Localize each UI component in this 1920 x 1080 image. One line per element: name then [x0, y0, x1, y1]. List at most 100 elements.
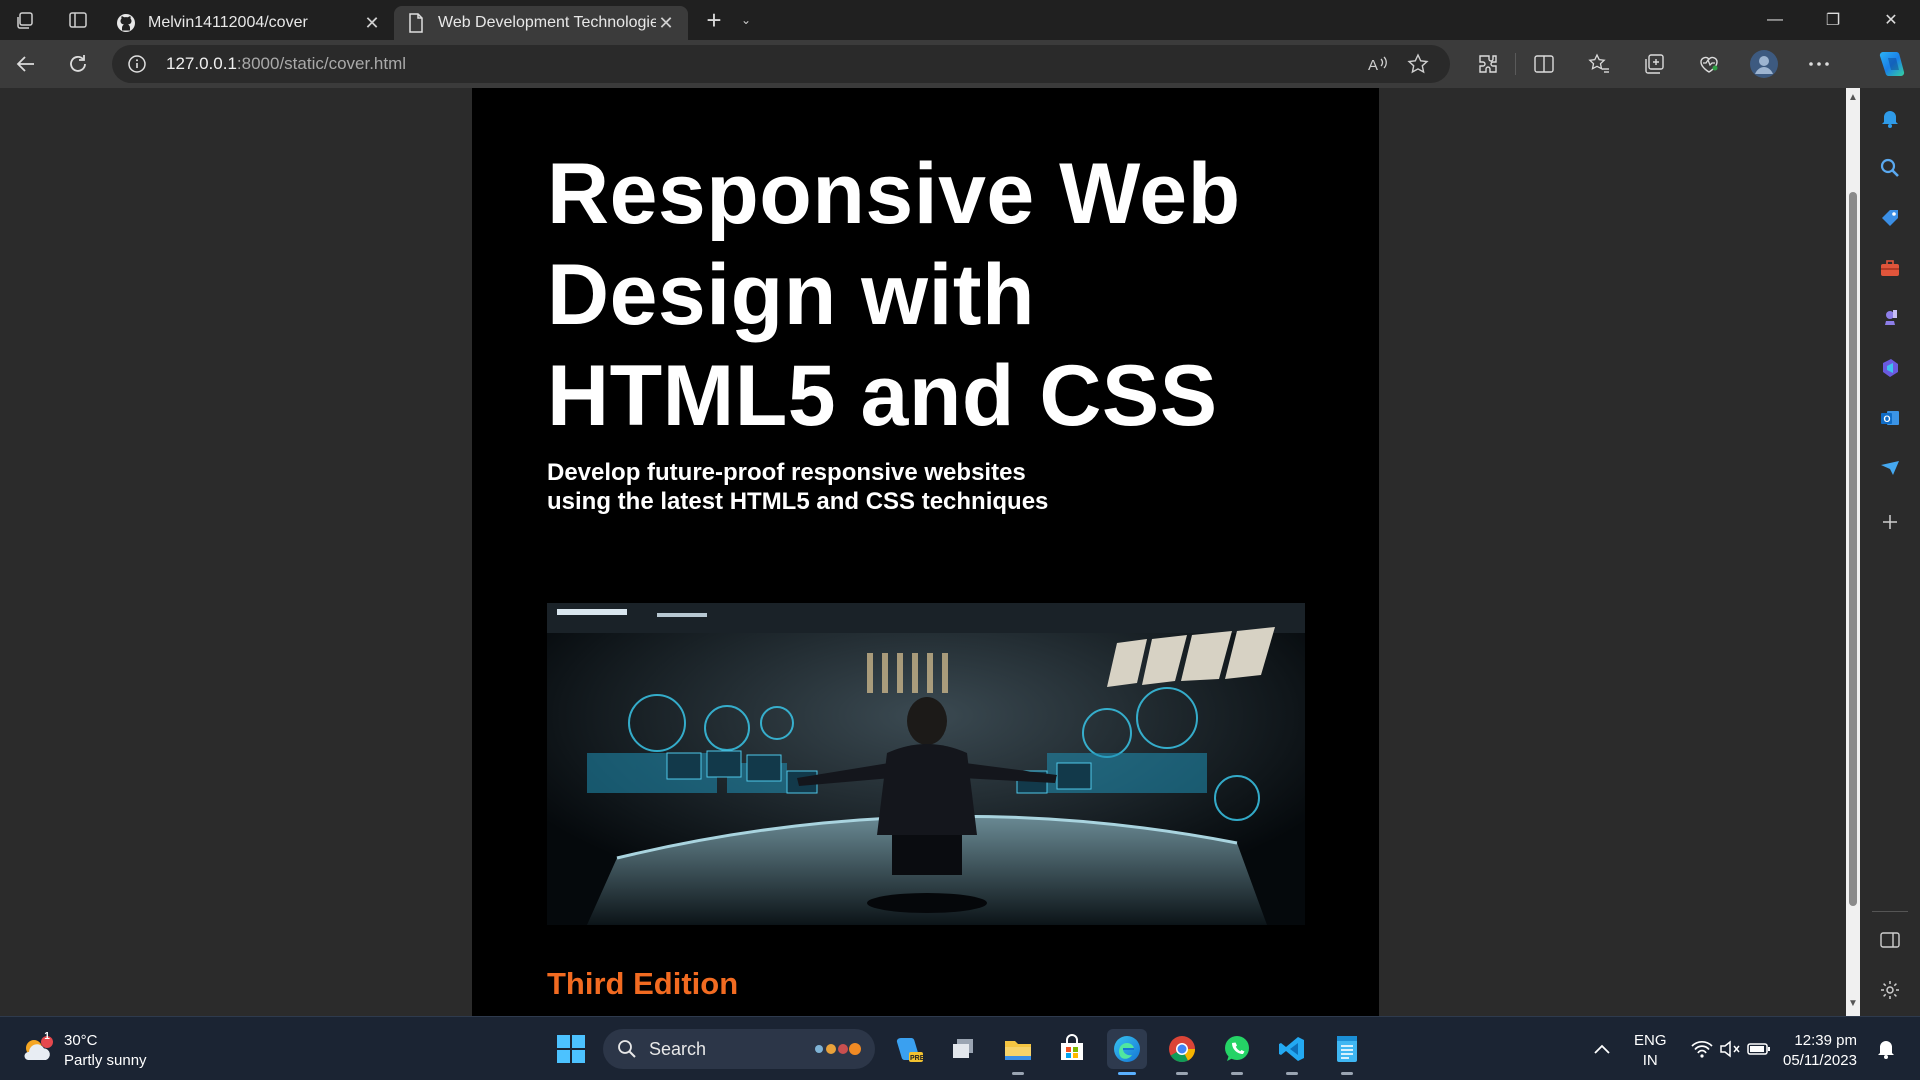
- refresh-icon: [70, 55, 86, 72]
- system-status-icons[interactable]: [1676, 1029, 1786, 1069]
- chrome-icon[interactable]: [1162, 1029, 1202, 1075]
- navigation-bar: 127.0.0.1:8000/static/cover.html A: [0, 40, 1920, 88]
- tools-briefcase-icon[interactable]: [1870, 248, 1910, 288]
- running-indicator: [1176, 1072, 1188, 1075]
- running-indicator: [1341, 1072, 1353, 1075]
- read-aloud-icon[interactable]: A: [1358, 48, 1398, 80]
- browser-essentials-icon[interactable]: [1681, 42, 1736, 86]
- close-tab-icon[interactable]: ✕: [362, 13, 382, 34]
- running-indicator: [1012, 1072, 1024, 1075]
- windows-taskbar: 1 30°C Partly sunny Search PRE ENG IN 12…: [0, 1016, 1920, 1080]
- subtitle-line-2: using the latest HTML5 and CSS technique…: [547, 488, 1049, 515]
- svg-text:PRE: PRE: [910, 1055, 923, 1062]
- copilot-icon[interactable]: [1876, 48, 1908, 80]
- address-bar[interactable]: 127.0.0.1:8000/static/cover.html A: [112, 45, 1450, 83]
- sidebar-settings-gear-icon[interactable]: [1870, 970, 1910, 1010]
- add-sidebar-app-icon[interactable]: [1870, 502, 1910, 542]
- toolbar-buttons: [1460, 42, 1846, 86]
- lang-code: ENG: [1634, 1032, 1667, 1049]
- tab-title: Melvin14112004/cover: [148, 14, 308, 31]
- microsoft-store-icon[interactable]: [1052, 1029, 1092, 1069]
- svg-text:A: A: [1368, 57, 1378, 74]
- edge-sidebar: O: [1860, 88, 1920, 1016]
- show-hidden-icons-chevron-icon[interactable]: [1582, 1029, 1622, 1069]
- window-controls: — ❐ ✕: [1746, 0, 1920, 40]
- search-icon: [618, 1040, 636, 1058]
- minimize-icon[interactable]: —: [1746, 0, 1804, 40]
- divider: [1872, 911, 1908, 912]
- scroll-down-icon[interactable]: ▼: [1846, 998, 1860, 1012]
- close-window-icon[interactable]: ✕: [1862, 0, 1920, 40]
- subtitle-line-1: Develop future-proof responsive websites: [547, 459, 1026, 486]
- outlook-icon[interactable]: O: [1870, 398, 1910, 438]
- start-button[interactable]: [551, 1029, 591, 1069]
- weather-text: 30°C Partly sunny: [64, 1031, 147, 1071]
- tab-list-chevron-icon[interactable]: ⌄: [732, 13, 760, 27]
- lang-region: IN: [1642, 1052, 1658, 1069]
- svg-text:O: O: [1884, 414, 1891, 424]
- page-scrollbar[interactable]: ▲ ▼: [1846, 88, 1860, 1016]
- scroll-up-icon[interactable]: ▲: [1846, 92, 1860, 106]
- screen: Melvin14112004/cover ✕ Web Development T…: [0, 0, 1920, 1080]
- weather-temp: 30°C: [64, 1032, 98, 1049]
- weather-desc: Partly sunny: [64, 1052, 147, 1069]
- cover-image-control-room: [547, 603, 1305, 925]
- games-chess-icon[interactable]: [1870, 298, 1910, 338]
- more-options-icon[interactable]: [1791, 42, 1846, 86]
- task-view-icon[interactable]: [943, 1029, 983, 1069]
- copilot-preview-taskbar-icon[interactable]: PRE: [888, 1029, 928, 1069]
- search-label: Search: [649, 1038, 707, 1059]
- file-explorer-icon[interactable]: [998, 1029, 1038, 1075]
- cover-subtitle: Develop future-proof responsive websites…: [547, 458, 1048, 516]
- cover-title: Responsive Web Design with HTML5 and CSS: [547, 146, 1241, 444]
- drop-send-icon[interactable]: [1870, 448, 1910, 488]
- favorites-icon[interactable]: [1571, 42, 1626, 86]
- close-tab-icon[interactable]: ✕: [656, 13, 676, 34]
- microsoft-365-icon[interactable]: [1870, 348, 1910, 388]
- running-indicator: [1286, 1072, 1298, 1075]
- page-viewport: Responsive Web Design with HTML5 and CSS…: [0, 88, 1846, 1016]
- scrollbar-thumb[interactable]: [1849, 192, 1857, 906]
- whatsapp-icon[interactable]: [1217, 1029, 1257, 1075]
- github-icon: [116, 13, 136, 33]
- hide-sidebar-icon[interactable]: [1870, 920, 1910, 960]
- system-clock[interactable]: 12:39 pm 05/11/2023: [1783, 1031, 1857, 1071]
- shopping-tag-icon[interactable]: [1870, 198, 1910, 238]
- clock-date: 05/11/2023: [1783, 1052, 1857, 1069]
- volume-muted-icon: [1720, 1040, 1740, 1058]
- windows-logo-icon: [557, 1035, 585, 1063]
- collections-icon[interactable]: [1626, 42, 1681, 86]
- notifications-bell-icon[interactable]: [1870, 98, 1910, 138]
- edge-browser-icon[interactable]: [1107, 1029, 1147, 1075]
- tab-actions-icon[interactable]: [52, 0, 104, 40]
- refresh-button[interactable]: [52, 42, 104, 86]
- tab-bar: Melvin14112004/cover ✕ Web Development T…: [0, 0, 1920, 40]
- page-icon: [406, 13, 426, 33]
- restore-icon[interactable]: ❐: [1804, 0, 1862, 40]
- wifi-icon: [1691, 1040, 1713, 1058]
- vscode-icon[interactable]: [1272, 1029, 1312, 1075]
- tab-title: Web Development Technologies: [438, 14, 656, 31]
- search-icon[interactable]: [1870, 148, 1910, 188]
- workspaces-icon[interactable]: [0, 0, 52, 40]
- url-host: 127.0.0.1: [166, 54, 237, 73]
- input-language[interactable]: ENG IN: [1634, 1031, 1667, 1071]
- back-button[interactable]: [0, 42, 52, 86]
- site-info-icon[interactable]: [124, 51, 150, 77]
- back-arrow-icon: [16, 56, 34, 72]
- weather-badge-count: 1: [44, 1031, 50, 1042]
- book-cover: Responsive Web Design with HTML5 and CSS…: [472, 88, 1379, 1016]
- taskbar-search-box[interactable]: Search: [603, 1029, 875, 1069]
- favorite-star-icon[interactable]: [1398, 48, 1438, 80]
- new-tab-button[interactable]: +: [696, 2, 732, 38]
- notification-center-bell-icon[interactable]: [1866, 1029, 1906, 1069]
- clock-time: 12:39 pm: [1794, 1032, 1857, 1049]
- extensions-icon[interactable]: [1460, 42, 1515, 86]
- weather-widget[interactable]: 1 30°C Partly sunny: [20, 1031, 147, 1071]
- profile-avatar[interactable]: [1736, 42, 1791, 86]
- tab-web-dev[interactable]: Web Development Technologies ✕: [394, 6, 688, 40]
- tab-github[interactable]: Melvin14112004/cover ✕: [104, 6, 394, 40]
- split-screen-icon[interactable]: [1516, 42, 1571, 86]
- notepad-icon[interactable]: [1327, 1029, 1367, 1075]
- battery-icon: [1747, 1043, 1770, 1055]
